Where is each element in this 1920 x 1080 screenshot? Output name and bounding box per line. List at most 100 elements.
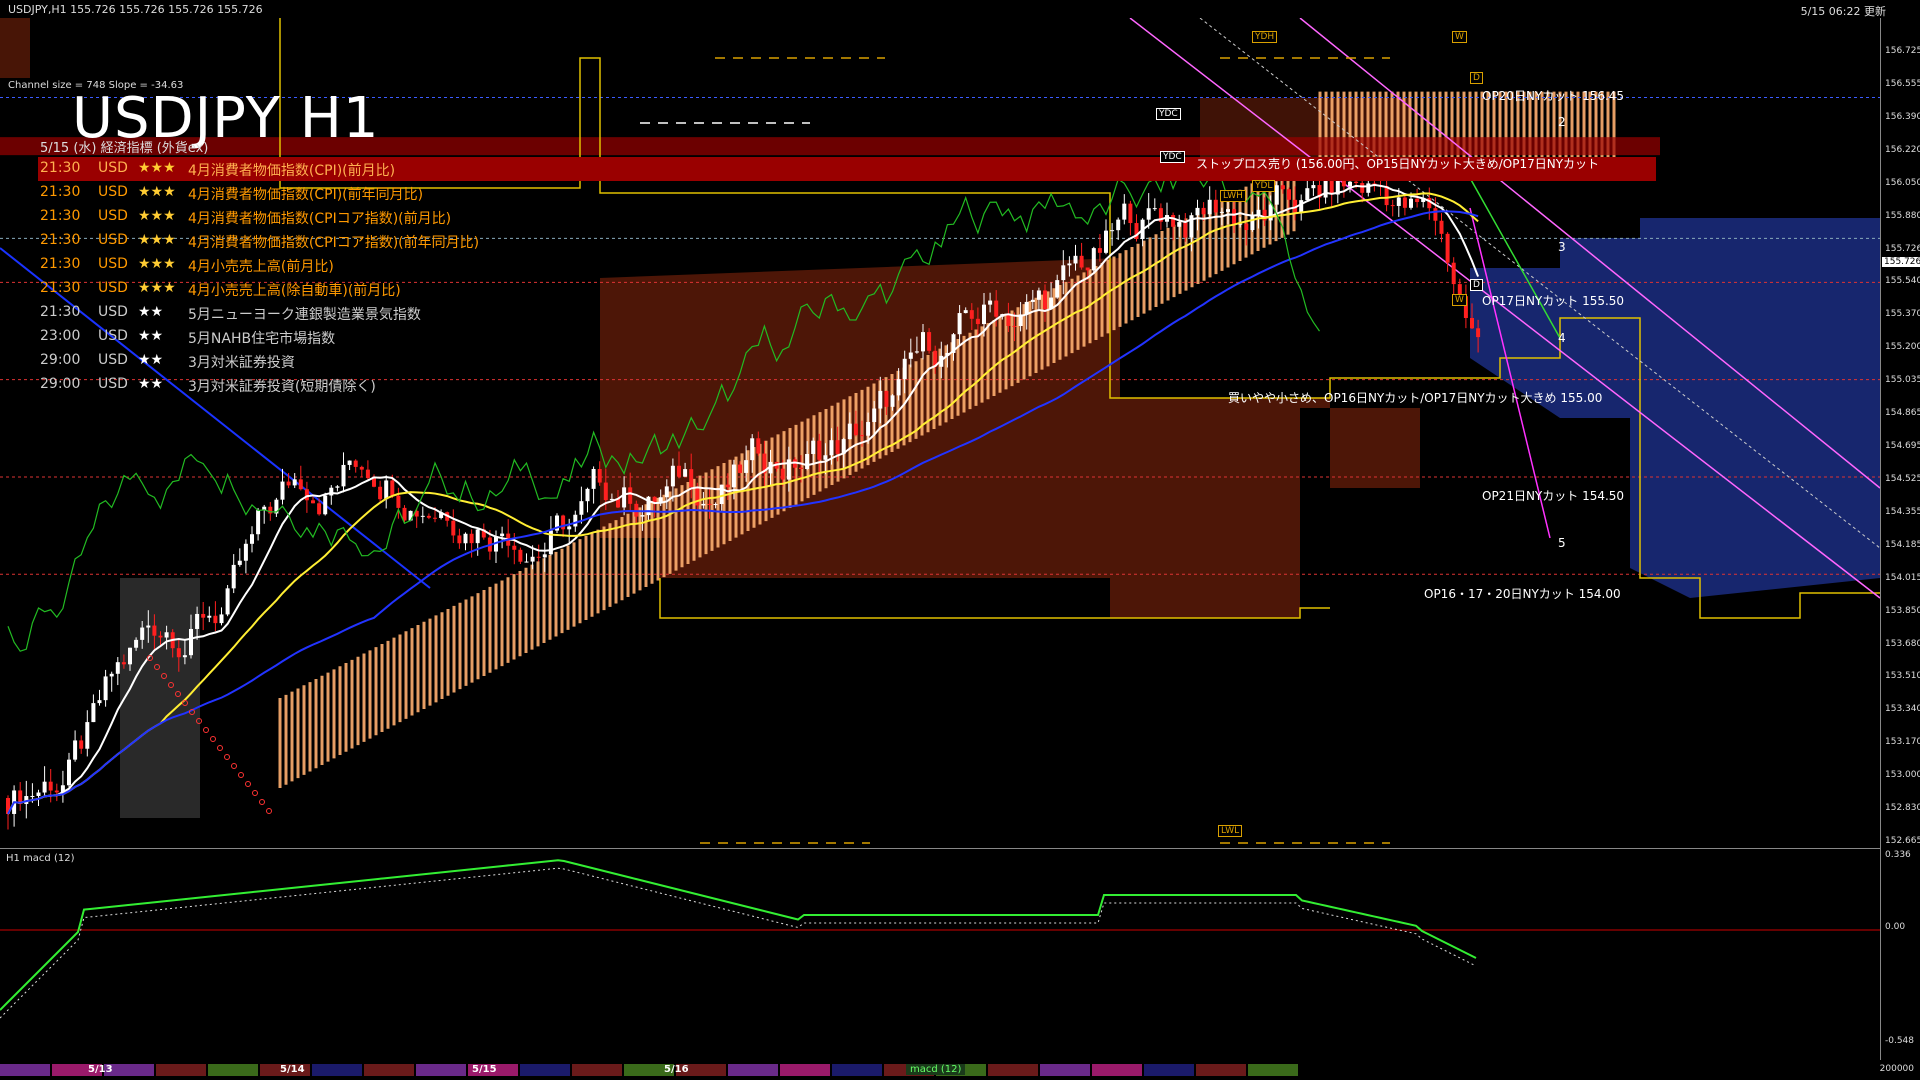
date-label: 5/14 <box>280 1064 305 1075</box>
candle-body <box>365 469 370 479</box>
candle-body <box>182 655 187 658</box>
candle-body <box>140 627 145 640</box>
candle-body <box>79 740 84 749</box>
candle-body <box>689 469 694 487</box>
candle-body <box>518 549 523 562</box>
econ-time: 21:30 <box>40 232 81 248</box>
tag-lwh: LWH <box>1220 190 1246 202</box>
psar-dot <box>217 745 223 751</box>
candle-body <box>573 514 578 527</box>
candle-body <box>780 468 785 480</box>
candle-body <box>567 526 572 530</box>
candle-body <box>811 440 816 454</box>
candle-body <box>134 639 139 648</box>
econ-row: 23:00 USD ★★ 5月NAHB住宅市場指数 <box>38 325 1658 349</box>
candle-body <box>457 535 462 544</box>
candle-body <box>298 479 303 490</box>
psar-dot <box>259 799 265 805</box>
candle-body <box>420 515 425 517</box>
candle-body <box>286 481 291 486</box>
candle-body <box>195 613 200 629</box>
candle-body <box>426 515 431 518</box>
price-tick: 155.200 <box>1885 342 1920 353</box>
candle-body <box>542 554 547 558</box>
price-tick: 154.185 <box>1885 539 1920 550</box>
date-bar[interactable]: 5/13 5/14 5/15 5/16 macd (12) <box>0 1062 1880 1080</box>
econ-title: 3月対米証券投資(短期債除く) <box>188 379 376 395</box>
price-tick: 153.340 <box>1885 704 1920 715</box>
candle-body <box>860 435 864 437</box>
candle-body <box>805 453 810 470</box>
session-segment <box>780 1064 830 1076</box>
econ-cur: USD <box>98 376 128 392</box>
econ-row: 21:30 USD ★★★ 4月消費者物価指数(CPI)(前年同月比) <box>38 181 1658 205</box>
session-segment <box>1040 1064 1090 1076</box>
econ-row: 21:30 USD ★★★ 4月小売売上高(前月比) <box>38 253 1658 277</box>
candle-body <box>189 628 193 656</box>
price-tick: 156.220 <box>1885 144 1920 155</box>
session-segment <box>416 1064 466 1076</box>
candle-body <box>250 534 254 544</box>
candle-body <box>853 423 858 436</box>
price-tick: 152.830 <box>1885 803 1920 814</box>
econ-stars: ★★ <box>138 304 164 320</box>
candle-body <box>670 465 675 487</box>
annotation-stop-loss: ストップロス売り (156.00円、OP15日NYカット大きめ/OP17日NYカ… <box>1196 157 1600 171</box>
candle-body <box>695 486 700 506</box>
session-segment <box>156 1064 206 1076</box>
econ-title: 4月小売売上高(除自動車)(前月比) <box>188 283 401 299</box>
candle-body <box>500 533 505 537</box>
date-label: 5/16 <box>664 1064 689 1075</box>
price-tick: 156.050 <box>1885 177 1920 188</box>
tag-ydl: YDL <box>1252 180 1276 192</box>
macd-panel[interactable] <box>0 850 1880 1060</box>
candle-body <box>475 529 480 544</box>
price-tick: 154.525 <box>1885 473 1920 484</box>
candle-body <box>512 545 517 550</box>
annotation-op20: OP20日NYカット 156.45 <box>1482 89 1625 103</box>
annotation-op21: OP21日NYカット 154.50 <box>1482 489 1625 503</box>
candle-body <box>585 488 590 502</box>
candle-body <box>640 515 645 517</box>
top-bar: USDJPY,H1 155.726 155.726 155.726 155.72… <box>0 0 1920 18</box>
cloud-top-left <box>0 18 30 78</box>
session-segment <box>728 1064 778 1076</box>
session-segment <box>1092 1064 1142 1076</box>
econ-row: 29:00 USD ★★ 3月対米証券投資 <box>38 349 1658 373</box>
wave-label-3: 3 <box>1558 240 1566 254</box>
candle-body <box>731 464 736 488</box>
candle-body <box>603 482 608 501</box>
candle-body <box>738 464 742 473</box>
macd-signal <box>0 867 1477 1019</box>
econ-cur: USD <box>98 304 128 320</box>
candle-body <box>213 615 218 624</box>
price-axis[interactable]: 156.725 156.555 156.390 156.220 156.050 155.8… <box>1880 18 1920 1060</box>
psar-dot <box>238 772 244 778</box>
econ-row: 21:30 USD ★★★ 4月小売売上高(除自動車)(前月比) <box>38 277 1658 301</box>
candle-body <box>176 648 181 658</box>
wave-label-5: 5 <box>1558 536 1566 550</box>
candle-body <box>115 662 120 674</box>
candle-body <box>744 460 749 473</box>
candle-body <box>54 790 59 793</box>
macd-chart[interactable] <box>0 850 1880 1060</box>
macd-tab[interactable]: macd (12) <box>906 1064 966 1075</box>
session-segment <box>364 1064 414 1076</box>
candle-body <box>237 560 242 565</box>
candle-body <box>713 504 718 506</box>
candle-body <box>359 466 364 470</box>
session-segment <box>520 1064 570 1076</box>
econ-stars: ★★★ <box>138 232 176 248</box>
candle-body <box>128 647 132 665</box>
price-tick: 153.850 <box>1885 605 1920 616</box>
psar-dot <box>224 754 230 760</box>
candle-body <box>103 676 108 701</box>
econ-title: 4月消費者物価指数(CPI)(前年同月比) <box>188 187 424 203</box>
session-segment <box>988 1064 1038 1076</box>
price-tick: 154.015 <box>1885 572 1920 583</box>
econ-stars: ★★ <box>138 376 164 392</box>
candle-body <box>335 486 340 488</box>
candle-body <box>372 478 376 487</box>
candle-body <box>347 460 352 465</box>
candle-body <box>756 438 761 454</box>
